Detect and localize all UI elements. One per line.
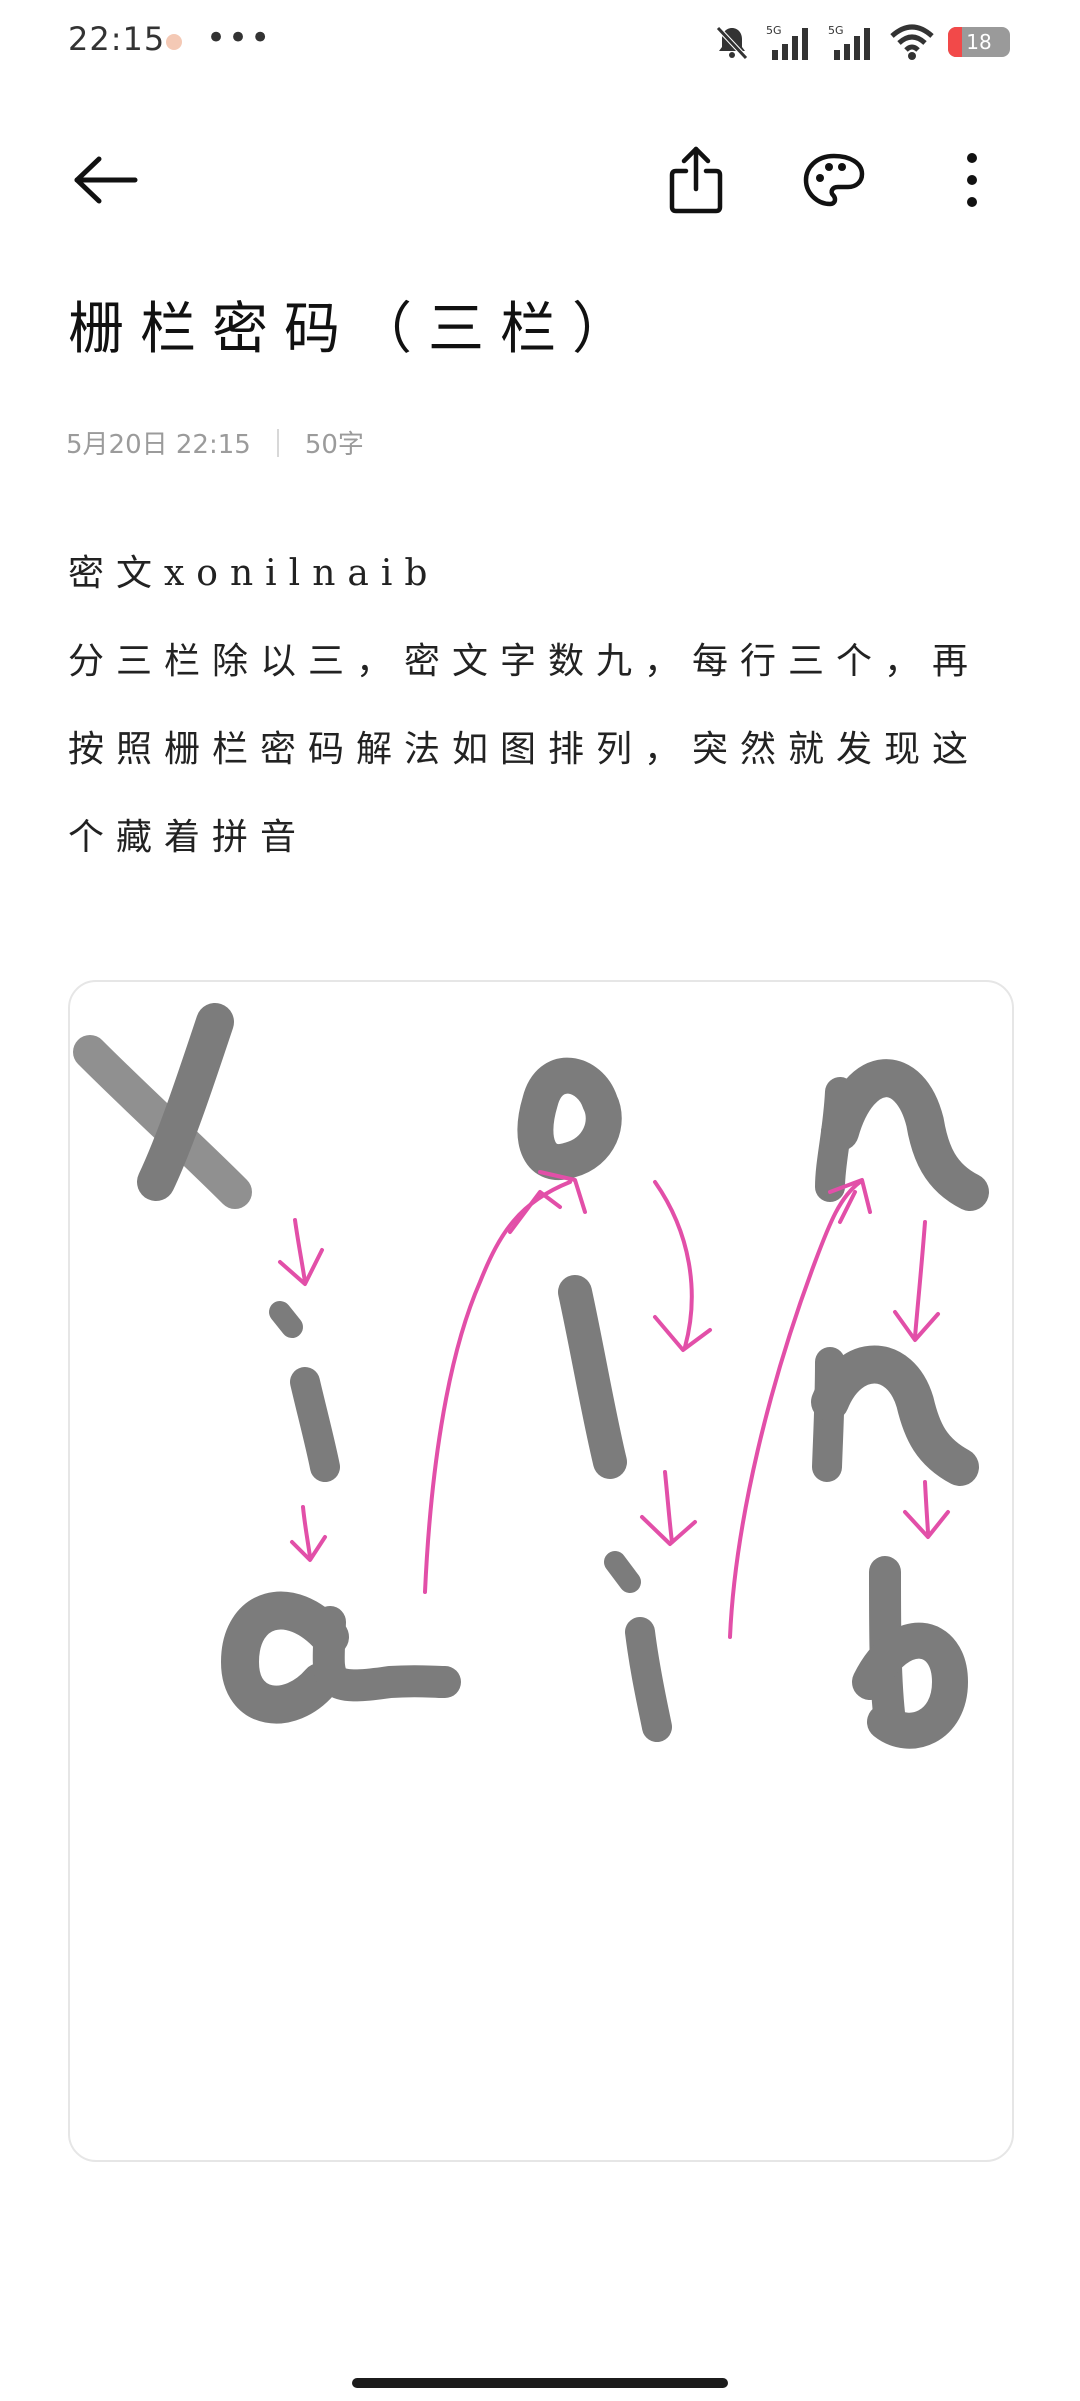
svg-text:5G: 5G xyxy=(828,24,844,37)
rail-fence-drawing xyxy=(73,1003,989,1749)
note-line: 密文xonilnaib xyxy=(68,553,440,594)
signal-5g-icon: 5G xyxy=(766,24,808,60)
share-button[interactable] xyxy=(646,130,746,230)
toolbar xyxy=(0,130,1080,230)
wifi-icon xyxy=(890,24,934,60)
status-time: 22:15 xyxy=(68,20,166,58)
letter-i-1 xyxy=(269,1301,340,1482)
letter-a xyxy=(221,1591,461,1724)
svg-text:5G: 5G xyxy=(766,24,782,37)
more-button[interactable] xyxy=(922,130,1022,230)
more-vertical-icon xyxy=(967,153,977,207)
note-line: 分三栏除以三，密文字数九，每行三个，再按照栅栏密码解法如图排列，突然就发现这个藏… xyxy=(68,641,981,858)
letter-l xyxy=(558,1275,627,1479)
note-date: 5月20日 22:15 xyxy=(66,430,251,460)
back-button[interactable] xyxy=(56,130,156,230)
letter-i-2 xyxy=(604,1551,672,1742)
palette-icon xyxy=(803,153,865,207)
status-icons: 5G 5G 18 xyxy=(712,20,1010,64)
note-image[interactable] xyxy=(68,980,1014,2162)
arrow-n-to-n xyxy=(913,1220,927,1339)
letter-b xyxy=(852,1556,968,1749)
arrow-n-to-b xyxy=(923,1480,930,1534)
note-body[interactable]: 密文xonilnaib 分三栏除以三，密文字数九，每行三个，再按照栅栏密码解法如… xyxy=(68,530,1018,882)
arrow-left-icon xyxy=(74,156,138,204)
battery-level: 18 xyxy=(966,30,992,54)
arrow-l-to-i xyxy=(663,1470,674,1544)
word-count: 50字 xyxy=(304,430,364,460)
mute-bell-icon xyxy=(716,26,748,60)
notification-icon xyxy=(166,34,182,50)
status-bar: 22:15 ••• 5G 5G 18 xyxy=(0,0,1080,84)
signal-5g-icon: 5G xyxy=(828,24,870,60)
battery-icon: 18 xyxy=(948,27,1010,57)
letter-x xyxy=(73,1003,252,1209)
letter-o xyxy=(517,1057,622,1180)
arrow-x-to-i xyxy=(293,1218,307,1284)
palette-button[interactable] xyxy=(784,130,884,230)
gesture-bar[interactable] xyxy=(352,2378,728,2388)
letter-n-top xyxy=(815,1059,989,1211)
note-meta: 5月20日 22:15 50字 xyxy=(66,424,364,461)
meta-divider xyxy=(276,428,279,457)
share-icon xyxy=(669,146,723,214)
arrow-a-to-o xyxy=(423,1180,572,1594)
letter-n-mid xyxy=(811,1345,979,1486)
more-notifications-icon: ••• xyxy=(206,18,273,58)
note-title[interactable]: 栅栏密码（三栏） xyxy=(68,284,644,365)
